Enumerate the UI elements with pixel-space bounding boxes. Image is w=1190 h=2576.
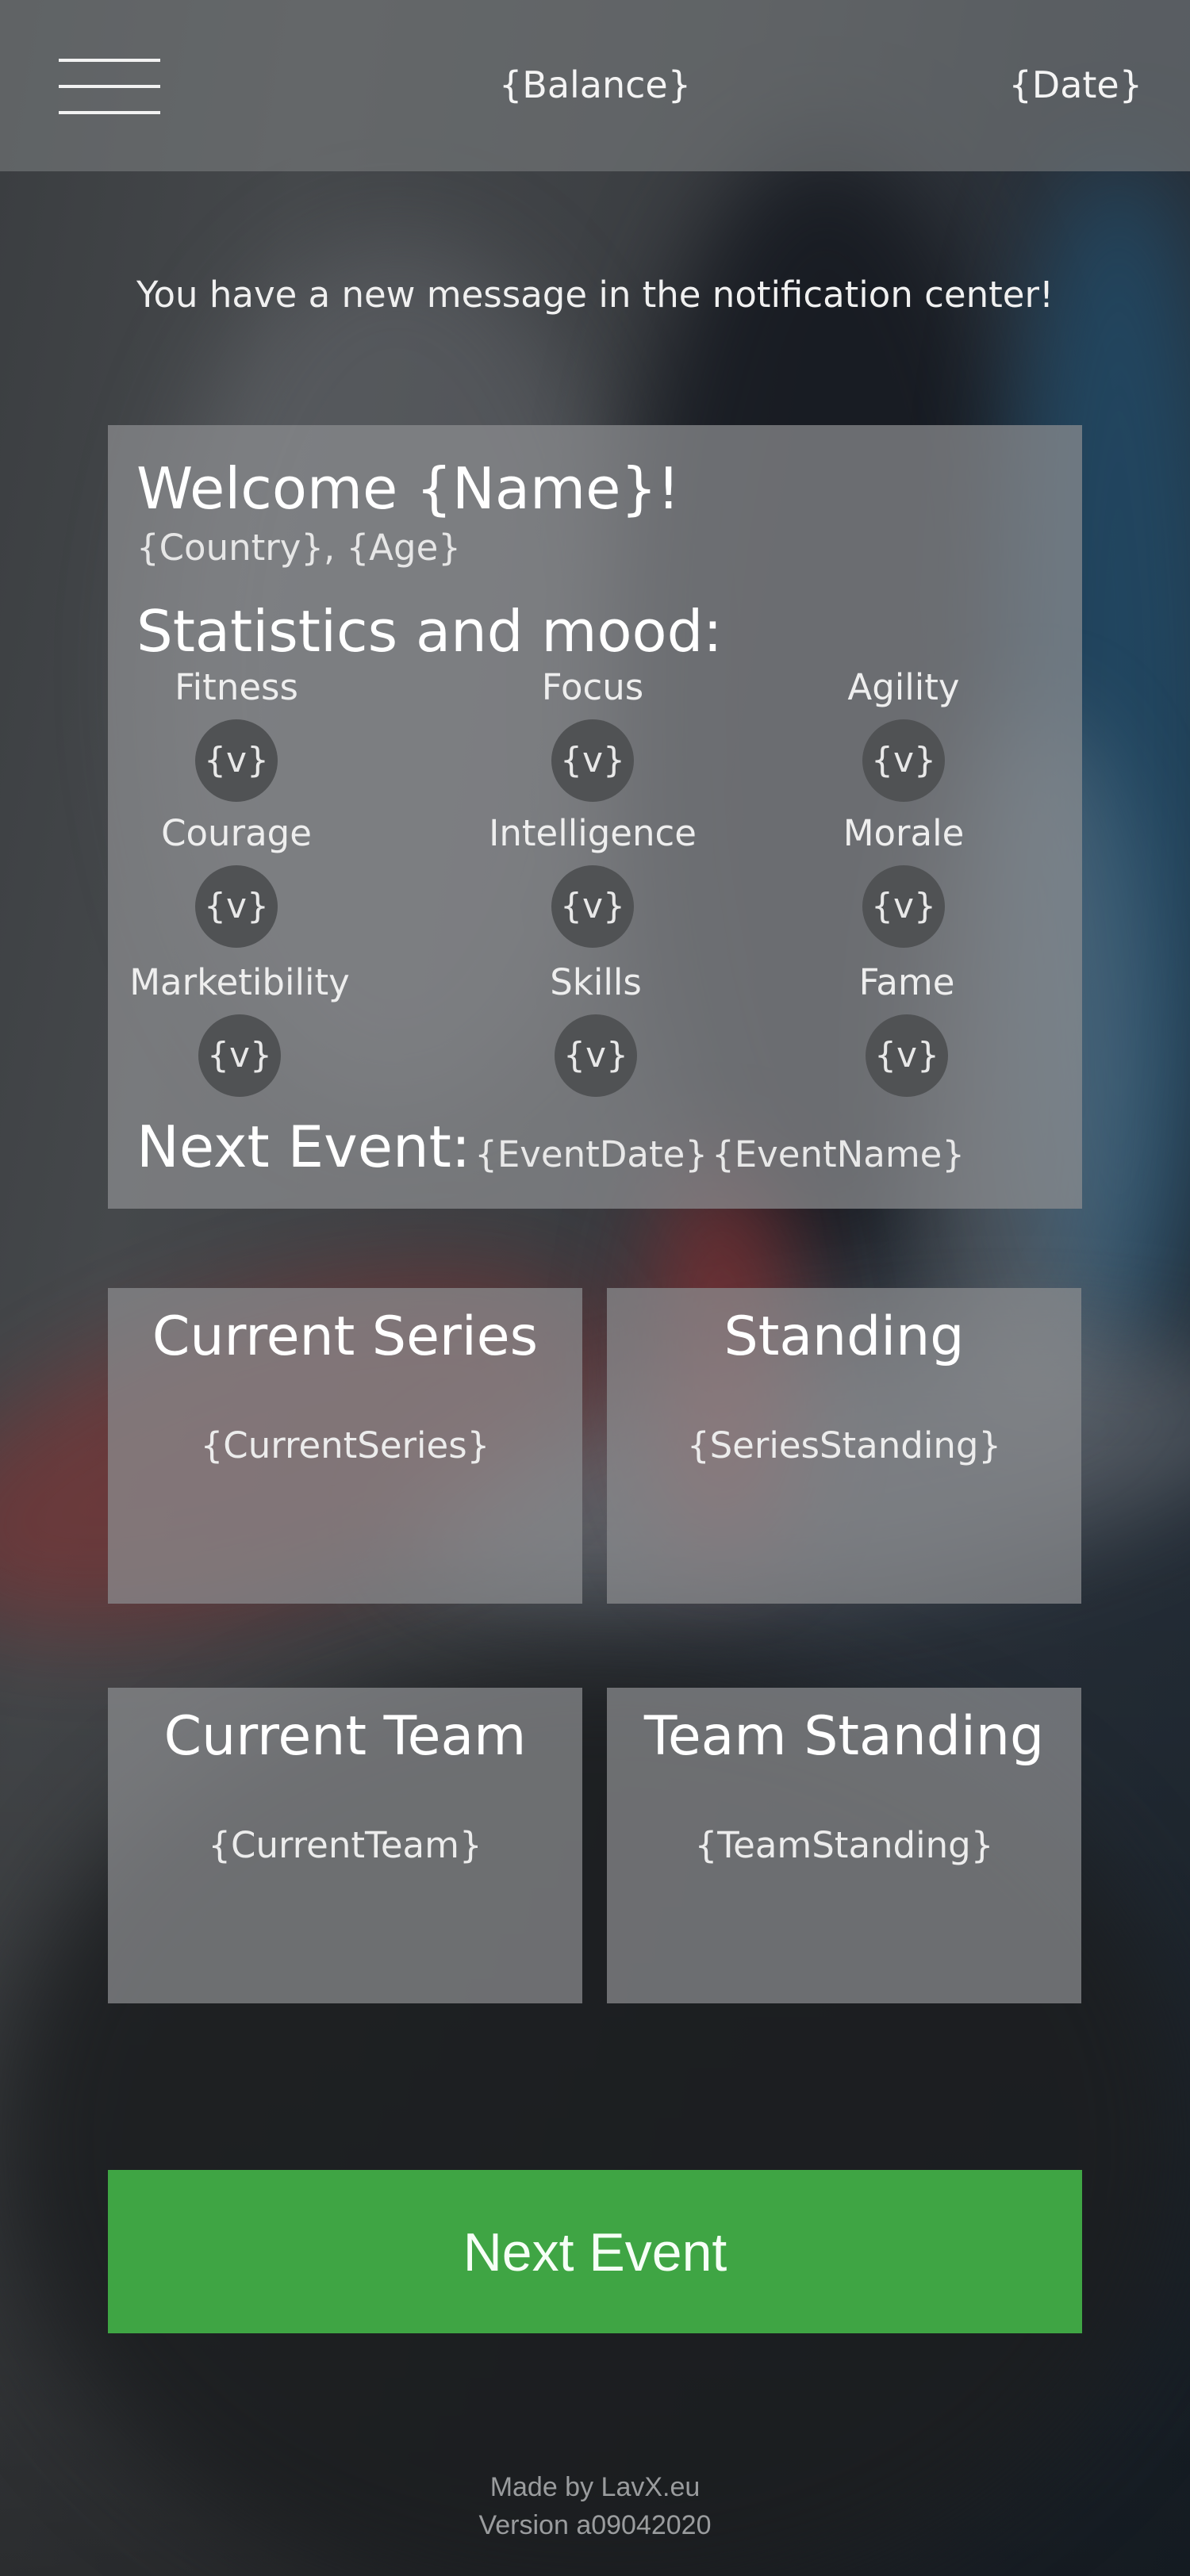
stat-label: Agility <box>847 666 960 708</box>
stat-label: Marketibility <box>129 961 350 1003</box>
notification-message[interactable]: You have a new message in the notificati… <box>0 274 1190 316</box>
tile-value: {CurrentSeries} <box>200 1424 490 1466</box>
stat-value: {v} <box>555 1014 637 1097</box>
stat-label: Intelligence <box>489 812 697 854</box>
stat-value: {v} <box>198 1014 281 1097</box>
next-event-button[interactable]: Next Event <box>108 2170 1082 2333</box>
stat-label: Focus <box>541 666 644 708</box>
stat-marketibility: Marketibility {v} <box>113 961 367 1097</box>
tile-value: {SeriesStanding} <box>686 1424 1002 1466</box>
tile-title: Standing <box>724 1305 965 1368</box>
footer: Made by LavX.eu Version a09042020 <box>0 2468 1190 2544</box>
stat-value: {v} <box>862 865 945 948</box>
next-event-name: {EventName} <box>712 1133 965 1175</box>
next-event-row: Next Event: {EventDate} {EventName} <box>136 1114 965 1180</box>
stat-label: Fitness <box>175 666 298 708</box>
welcome-card: Welcome {Name}! {Country}, {Age} Statist… <box>108 425 1082 1209</box>
made-by-text: Made by LavX.eu <box>489 2472 701 2502</box>
stat-label: Fame <box>858 961 955 1003</box>
team-standing-tile[interactable]: Team Standing {TeamStanding} <box>607 1688 1081 2003</box>
standing-tile[interactable]: Standing {SeriesStanding} <box>607 1288 1081 1604</box>
stat-value: {v} <box>195 719 278 802</box>
stat-courage: Courage {v} <box>109 812 363 948</box>
stat-intelligence: Intelligence {v} <box>466 812 720 948</box>
stat-agility: Agility {v} <box>777 666 1031 802</box>
country-age: {Country}, {Age} <box>136 527 461 569</box>
statistics-title: Statistics and mood: <box>136 598 723 665</box>
stat-focus: Focus {v} <box>466 666 720 802</box>
stat-value: {v} <box>195 865 278 948</box>
tile-title: Team Standing <box>643 1705 1045 1768</box>
stat-skills: Skills {v} <box>469 961 723 1097</box>
stat-morale: Morale {v} <box>777 812 1031 948</box>
tile-value: {TeamStanding} <box>694 1824 994 1866</box>
stat-label: Skills <box>550 961 642 1003</box>
next-event-label: Next Event: <box>136 1114 471 1180</box>
stat-label: Courage <box>161 812 312 854</box>
stat-value: {v} <box>551 865 634 948</box>
stat-fitness: Fitness {v} <box>109 666 363 802</box>
next-event-date: {EventDate} <box>474 1133 708 1175</box>
stat-fame: Fame {v} <box>780 961 1034 1097</box>
date-display: {Date} <box>1008 63 1142 106</box>
welcome-title: Welcome {Name}! <box>136 455 681 522</box>
hamburger-menu-icon[interactable] <box>59 59 160 114</box>
current-series-tile[interactable]: Current Series {CurrentSeries} <box>108 1288 582 1604</box>
stat-value: {v} <box>866 1014 948 1097</box>
stat-value: {v} <box>551 719 634 802</box>
tile-title: Current Series <box>152 1305 539 1368</box>
stat-value: {v} <box>862 719 945 802</box>
version-text: Version a09042020 <box>478 2510 712 2540</box>
tile-value: {CurrentTeam} <box>208 1824 482 1866</box>
balance-display: {Balance} <box>499 63 691 106</box>
top-bar: {Balance} {Date} <box>0 0 1190 171</box>
tile-title: Current Team <box>163 1705 527 1768</box>
current-team-tile[interactable]: Current Team {CurrentTeam} <box>108 1688 582 2003</box>
stat-label: Morale <box>843 812 965 854</box>
